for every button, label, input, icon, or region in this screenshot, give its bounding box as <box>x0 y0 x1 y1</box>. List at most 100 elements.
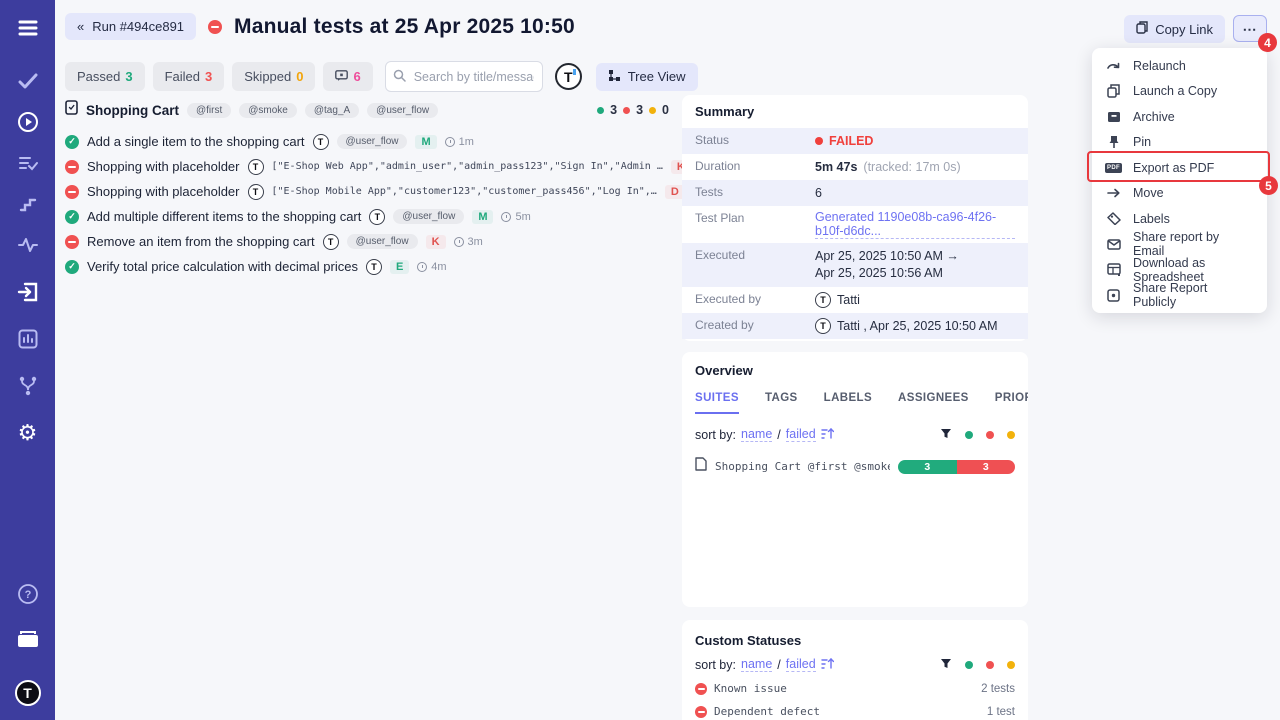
test-plans-icon[interactable] <box>16 151 40 175</box>
copy-icon <box>1136 21 1148 37</box>
activity-icon[interactable] <box>16 233 40 257</box>
menu-item-labels[interactable]: Labels <box>1092 206 1267 232</box>
passed-icon <box>65 210 79 224</box>
test-cases-icon[interactable] <box>16 69 40 93</box>
milestones-icon[interactable] <box>16 192 40 216</box>
filter-failed[interactable]: Failed 3 <box>153 62 225 91</box>
sort-by-name-link[interactable]: name <box>741 427 772 442</box>
tab-priorities[interactable]: PRIORITIES <box>995 392 1028 414</box>
tab-tags[interactable]: TAGS <box>765 392 798 414</box>
suite-tag[interactable]: @first <box>187 103 231 118</box>
suite-tag[interactable]: @user_flow <box>367 103 438 118</box>
test-row[interactable]: Verify total price calculation with deci… <box>65 254 669 279</box>
test-row[interactable]: Add multiple different items to the shop… <box>65 204 669 229</box>
filter-skipped[interactable]: Skipped 0 <box>232 62 315 91</box>
search-input[interactable] <box>385 61 543 92</box>
test-tag[interactable]: @user_flow <box>347 234 418 249</box>
tree-view-button[interactable]: Tree View <box>596 63 698 91</box>
brand-logo-icon[interactable]: T <box>555 63 582 90</box>
user-avatar: T <box>815 292 831 308</box>
user-avatar: T <box>815 318 831 334</box>
version-control-icon[interactable] <box>16 374 40 398</box>
menu-item-download-as-spreadsheet[interactable]: Download as Spreadsheet <box>1092 257 1267 283</box>
clock-icon <box>501 212 511 222</box>
filter-comments[interactable]: 6 <box>323 62 372 91</box>
skipped-filter-dot[interactable] <box>1007 431 1015 439</box>
overview-title: Overview <box>695 363 1015 378</box>
suite-tag[interactable]: @smoke <box>239 103 297 118</box>
status-letter-badge: K <box>426 235 446 249</box>
test-row[interactable]: Add a single item to the shopping cart T… <box>65 129 669 154</box>
custom-status-row[interactable]: Dependent defect 1 test <box>695 705 1015 718</box>
test-row[interactable]: Remove an item from the shopping cart T … <box>65 229 669 254</box>
run-failed-status-icon <box>208 20 222 34</box>
menu-item-move[interactable]: Move <box>1092 181 1267 207</box>
app-sidebar: ⚙ ? T <box>0 0 55 720</box>
failed-filter-dot[interactable] <box>986 661 994 669</box>
clock-icon <box>417 262 427 272</box>
reports-icon[interactable] <box>16 327 40 351</box>
archive-icon <box>1106 111 1121 123</box>
hamburger-menu-icon[interactable] <box>16 16 40 40</box>
test-plan-link[interactable]: Generated 1190e08b-ca96-4f26-b10f-d6dc..… <box>815 210 1015 239</box>
copy-link-button[interactable]: Copy Link <box>1124 15 1225 43</box>
failed-icon <box>65 235 79 249</box>
custom-status-name: Known issue <box>714 682 787 695</box>
tab-labels[interactable]: LABELS <box>824 392 872 414</box>
back-to-run-button[interactable]: « Run #494ce891 <box>65 13 196 40</box>
tree-view-label: Tree View <box>628 69 686 84</box>
menu-item-pin[interactable]: Pin <box>1092 130 1267 156</box>
skipped-label: Skipped <box>244 69 291 84</box>
menu-item-share-report-publicly[interactable]: Share Report Publicly <box>1092 283 1267 309</box>
filter-passed[interactable]: Passed 3 <box>65 62 145 91</box>
requirements-icon[interactable] <box>16 280 40 304</box>
tab-suites[interactable]: SUITES <box>695 392 739 414</box>
user-avatar[interactable]: T <box>15 680 41 706</box>
failed-icon <box>65 185 79 199</box>
test-tag[interactable]: @user_flow <box>337 134 408 149</box>
comments-count: 6 <box>353 69 360 84</box>
overview-suite-row[interactable]: Shopping Cart @first @smoke … 3 3 <box>695 457 1015 476</box>
failed-filter-dot[interactable] <box>986 431 994 439</box>
suite-passed-count: 3 <box>610 103 617 117</box>
help-icon[interactable]: ? <box>16 582 40 606</box>
suite-header[interactable]: Shopping Cart @first @smoke @tag_A @user… <box>65 99 669 121</box>
projects-folder-icon[interactable] <box>16 627 40 651</box>
filter-funnel-icon[interactable] <box>940 428 952 442</box>
status-badge: FAILED <box>815 134 873 148</box>
sort-direction-icon[interactable] <box>821 657 834 672</box>
suite-failed-count: 3 <box>636 103 643 117</box>
skipped-filter-dot[interactable] <box>1007 661 1015 669</box>
annotation-step-5: 5 <box>1259 176 1278 195</box>
custom-status-row[interactable]: Known issue 2 tests <box>695 682 1015 695</box>
suite-tag[interactable]: @tag_A <box>305 103 359 118</box>
tree-view-icon <box>608 69 621 85</box>
test-title: Shopping with placeholder <box>87 159 240 174</box>
menu-item-archive[interactable]: Archive <box>1092 104 1267 130</box>
test-tag[interactable]: @user_flow <box>393 209 464 224</box>
sort-direction-icon[interactable] <box>821 427 834 442</box>
test-runs-icon[interactable] <box>16 110 40 134</box>
menu-item-launch-a-copy[interactable]: Launch a Copy <box>1092 79 1267 105</box>
test-row[interactable]: Shopping with placeholder T ["E-Shop Web… <box>65 154 669 179</box>
spreadsheet-icon <box>1106 263 1121 276</box>
sort-by-failed-link[interactable]: failed <box>786 657 816 672</box>
suite-name: Shopping Cart <box>86 103 179 118</box>
sort-by-failed-link[interactable]: failed <box>786 427 816 442</box>
custom-statuses-sort-row: sort by: name / failed <box>695 657 1015 672</box>
tab-assignees[interactable]: ASSIGNEES <box>898 392 969 414</box>
test-row[interactable]: Shopping with placeholder T ["E-Shop Mob… <box>65 179 669 204</box>
summary-row-executed-by: Executed by TTatti <box>682 287 1028 313</box>
filter-funnel-icon[interactable] <box>940 658 952 672</box>
status-letter-badge: M <box>472 210 493 224</box>
menu-item-share-report-by-email[interactable]: Share report by Email <box>1092 232 1267 258</box>
assignee-avatar: T <box>323 234 339 250</box>
test-title: Verify total price calculation with deci… <box>87 259 358 274</box>
menu-item-export-as-pdf[interactable]: PDF Export as PDF <box>1092 155 1267 181</box>
sort-by-name-link[interactable]: name <box>741 657 772 672</box>
failed-icon <box>695 683 707 695</box>
passed-filter-dot[interactable] <box>965 661 973 669</box>
settings-gear-icon[interactable]: ⚙ <box>16 421 40 445</box>
passed-filter-dot[interactable] <box>965 431 973 439</box>
menu-item-relaunch[interactable]: Relaunch <box>1092 53 1267 79</box>
